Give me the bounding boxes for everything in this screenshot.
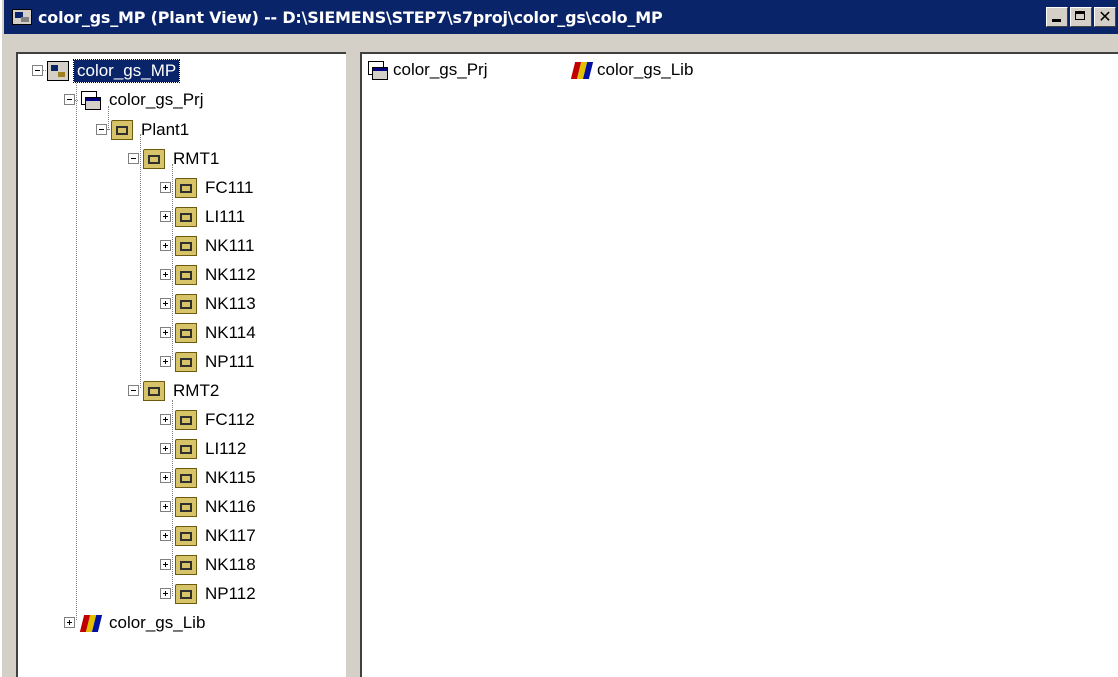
content-item-label: color_gs_Lib: [597, 60, 694, 79]
expand-toggle[interactable]: [160, 182, 171, 193]
expand-toggle[interactable]: [160, 327, 171, 338]
plant-hierarchy-folder-icon: [175, 525, 197, 546]
expand-toggle[interactable]: [64, 617, 75, 628]
minimize-button[interactable]: [1046, 7, 1068, 27]
tree-node-label[interactable]: color_gs_Lib: [106, 612, 208, 634]
tree-node-label[interactable]: LI111: [202, 206, 248, 228]
plant-hierarchy-folder-icon: [175, 554, 197, 575]
plant-hierarchy-folder-icon: [175, 293, 197, 314]
tree-node-label[interactable]: RMT2: [170, 380, 222, 402]
plant-hierarchy-folder-icon: [175, 583, 197, 604]
tree-node-label[interactable]: color_gs_Prj: [106, 89, 207, 111]
expand-toggle[interactable]: [160, 501, 171, 512]
plant-hierarchy-folder-icon: [175, 264, 197, 285]
tree-node-nk111[interactable]: NK111: [160, 231, 257, 260]
tree-node-li112[interactable]: LI112: [160, 434, 249, 463]
expand-toggle[interactable]: [160, 443, 171, 454]
plant-hierarchy-folder-icon: [143, 148, 165, 169]
plant-hierarchy-folder-icon: [175, 438, 197, 459]
tree-connector: [76, 76, 77, 620]
collapse-toggle[interactable]: [32, 65, 43, 76]
tree-node-nk113[interactable]: NK113: [160, 289, 259, 318]
title-bar[interactable]: color_gs_MP (Plant View) -- D:\SIEMENS\S…: [4, 0, 1118, 34]
tree-node-label[interactable]: NK114: [202, 322, 259, 344]
tree-node-label[interactable]: NK117: [202, 525, 259, 547]
collapse-toggle[interactable]: [64, 94, 75, 105]
expand-toggle[interactable]: [160, 472, 171, 483]
tree-node-label[interactable]: NP111: [202, 351, 257, 373]
plant-hierarchy-folder-icon: [111, 119, 133, 140]
tree-node-nk116[interactable]: NK116: [160, 492, 259, 521]
tree-node-label[interactable]: FC112: [202, 409, 258, 431]
library-icon: [79, 613, 101, 633]
expand-toggle[interactable]: [160, 559, 171, 570]
expand-toggle[interactable]: [160, 211, 171, 222]
tree-node-li111[interactable]: LI111: [160, 202, 248, 231]
plant-hierarchy-folder-icon: [175, 467, 197, 488]
collapse-toggle[interactable]: [128, 385, 139, 396]
content-pane[interactable]: color_gs_Prj color_gs_Lib: [360, 52, 1118, 677]
tree-node-rmt2[interactable]: RMT2: [128, 376, 222, 405]
project-icon: [79, 90, 101, 110]
tree-node-label[interactable]: Plant1: [138, 119, 192, 141]
tree-node-label[interactable]: FC111: [202, 177, 257, 199]
tree-node-nk112[interactable]: NK112: [160, 260, 259, 289]
tree-node-fc111[interactable]: FC111: [160, 173, 257, 202]
tree-node-label[interactable]: NP112: [202, 583, 259, 605]
expand-toggle[interactable]: [160, 414, 171, 425]
tree-node-rmt1[interactable]: RMT1: [128, 144, 222, 173]
expand-toggle[interactable]: [160, 530, 171, 541]
content-item-project[interactable]: color_gs_Prj: [366, 60, 488, 80]
tree-node-label[interactable]: LI112: [202, 438, 249, 460]
plant-hierarchy-folder-icon: [175, 409, 197, 430]
expand-toggle[interactable]: [160, 298, 171, 309]
library-icon: [570, 60, 592, 80]
content-item-library[interactable]: color_gs_Lib: [570, 60, 693, 80]
plant-hierarchy-folder-icon: [175, 235, 197, 256]
tree-node-library[interactable]: color_gs_Lib: [64, 608, 208, 637]
tree-node-multiproject[interactable]: color_gs_MP: [32, 56, 181, 85]
tree-node-label[interactable]: color_gs_MP: [72, 58, 181, 83]
expand-toggle[interactable]: [160, 588, 171, 599]
content-item-label: color_gs_Prj: [393, 60, 488, 79]
plant-hierarchy-folder-icon: [175, 177, 197, 198]
tree-node-nk117[interactable]: NK117: [160, 521, 259, 550]
tree-node-np111[interactable]: NP111: [160, 347, 257, 376]
plant-hierarchy-folder-icon: [175, 496, 197, 517]
tree-node-project[interactable]: color_gs_Prj: [64, 85, 207, 114]
tree-node-label[interactable]: RMT1: [170, 148, 222, 170]
close-icon: ✕: [1098, 7, 1112, 26]
tree-node-label[interactable]: NK116: [202, 496, 259, 518]
pane-splitter[interactable]: [346, 52, 360, 677]
expand-toggle[interactable]: [160, 240, 171, 251]
collapse-toggle[interactable]: [96, 124, 107, 135]
window-title: color_gs_MP (Plant View) -- D:\SIEMENS\S…: [38, 7, 663, 27]
tree-node-label[interactable]: NK113: [202, 293, 259, 315]
tree-node-plant1[interactable]: Plant1: [96, 115, 192, 144]
multiproject-app-icon[interactable]: [12, 9, 32, 25]
tree-node-np112[interactable]: NP112: [160, 579, 259, 608]
collapse-toggle[interactable]: [128, 153, 139, 164]
plant-hierarchy-folder-icon: [175, 322, 197, 343]
plant-hierarchy-folder-icon: [175, 351, 197, 372]
window-controls: ✕: [1044, 7, 1116, 27]
tree-node-nk114[interactable]: NK114: [160, 318, 259, 347]
expand-toggle[interactable]: [160, 269, 171, 280]
project-icon: [366, 60, 388, 80]
tree-node-nk118[interactable]: NK118: [160, 550, 259, 579]
plant-hierarchy-folder-icon: [143, 380, 165, 401]
expand-toggle[interactable]: [160, 356, 171, 367]
maximize-button[interactable]: [1070, 7, 1092, 27]
tree-node-label[interactable]: NK118: [202, 554, 259, 576]
multiproject-icon: [47, 60, 69, 81]
tree-node-label[interactable]: NK112: [202, 264, 259, 286]
tree-node-label[interactable]: NK111: [202, 235, 257, 257]
close-button[interactable]: ✕: [1094, 7, 1116, 27]
simatic-manager-window: color_gs_MP (Plant View) -- D:\SIEMENS\S…: [0, 0, 1118, 677]
plant-hierarchy-folder-icon: [175, 206, 197, 227]
tree-node-label[interactable]: NK115: [202, 467, 259, 489]
plant-tree-pane[interactable]: color_gs_MP color_gs_Prj Plant1 RMT1 FC1…: [16, 52, 346, 677]
tree-node-nk115[interactable]: NK115: [160, 463, 259, 492]
tree-node-fc112[interactable]: FC112: [160, 405, 258, 434]
